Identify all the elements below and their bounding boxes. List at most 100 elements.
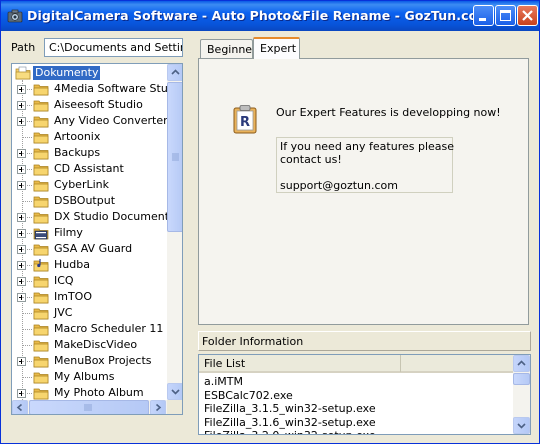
tree-item-label: MakeDiscVideo <box>54 338 138 351</box>
tree-item[interactable]: Macro Scheduler 11 <box>12 321 167 337</box>
tree-item-label: MenuBox Projects <box>54 354 152 367</box>
tree-item[interactable]: Artoonix <box>12 129 167 145</box>
scroll-down-button[interactable] <box>167 383 182 400</box>
tree-connector <box>22 281 32 282</box>
support-email: support@goztun.com <box>280 179 398 192</box>
tree-item-label: CD Assistant <box>54 162 124 175</box>
svg-text:R: R <box>240 115 250 130</box>
folder-icon <box>33 244 49 256</box>
tree-item[interactable]: Backups <box>12 145 167 161</box>
folder-icon <box>33 100 49 112</box>
tree-connector <box>22 313 32 314</box>
minimize-icon <box>479 18 486 21</box>
tree-item[interactable]: MenuBox Projects <box>12 353 167 369</box>
grip-icon <box>84 404 92 411</box>
tree-item[interactable]: My Albums <box>12 369 167 385</box>
tree-item[interactable]: ImTOO <box>12 289 167 305</box>
maximize-button[interactable] <box>495 5 516 26</box>
folder-icon <box>33 292 49 304</box>
file-list-row[interactable]: a.iMTM <box>204 375 243 389</box>
tree-connector <box>22 169 32 170</box>
folder-icon <box>33 212 49 224</box>
contact-text-line2: contact us! <box>280 153 342 166</box>
tree-item-label: ICQ <box>54 274 74 287</box>
scroll-thumb[interactable] <box>167 82 182 232</box>
tree-connector <box>22 249 32 250</box>
tree-item[interactable]: CD Assistant <box>12 161 167 177</box>
tree-item-root[interactable]: Dokumenty <box>12 65 167 81</box>
tree-item[interactable]: MakeDiscVideo <box>12 337 167 353</box>
file-list[interactable]: File List a.iMTM ESBCalc702.exe FileZilla_… <box>198 354 531 435</box>
tree-connector <box>22 185 32 186</box>
grip-icon <box>172 153 179 161</box>
tree-item[interactable]: My Photo Album <box>12 385 167 400</box>
tree-connector <box>22 345 32 346</box>
tree-item[interactable]: JVC <box>12 305 167 321</box>
music-folder-icon <box>33 259 49 272</box>
scroll-right-button[interactable] <box>150 400 166 414</box>
tab-expert[interactable]: Expert <box>253 37 300 59</box>
scroll-up-button[interactable] <box>167 64 182 81</box>
tree-item-label: DSBOutput <box>54 194 116 207</box>
scroll-down-button[interactable] <box>513 417 530 434</box>
horizontal-scroll-thumb[interactable] <box>29 400 149 414</box>
app-window: DigitalCamera Software - Auto Photo&File… <box>0 0 540 444</box>
tree-item-label: Filmy <box>54 226 83 239</box>
tree-item-label: Backups <box>54 146 101 159</box>
tab-beginner[interactable]: Beginner <box>200 39 257 59</box>
tree-item[interactable]: Any Video Converter <box>12 113 167 129</box>
tree-item-label: GSA AV Guard <box>54 242 133 255</box>
tree-item[interactable]: Aiseesoft Studio <box>12 97 167 113</box>
tree-item-label: Dokumenty <box>33 66 101 80</box>
tree-connector <box>22 393 32 394</box>
tree-item[interactable]: CyberLink <box>12 177 167 193</box>
file-list-scrollbar[interactable] <box>513 355 530 434</box>
close-button[interactable] <box>517 5 538 26</box>
path-input[interactable]: C:\Documents and Settings <box>44 38 183 57</box>
folder-icon <box>33 372 49 384</box>
tree-item-label: My Photo Album <box>54 386 144 399</box>
scroll-up-button[interactable] <box>513 355 530 372</box>
tree-item[interactable]: ICQ <box>12 273 167 289</box>
tree-rows: Dokumenty 4Media Software Studio Aiseesof… <box>12 64 167 400</box>
column-blank[interactable] <box>401 355 515 372</box>
tree-item[interactable]: DSBOutput <box>12 193 167 209</box>
folder-icon <box>33 388 49 400</box>
scroll-thumb[interactable] <box>513 373 530 385</box>
tree-connector <box>22 201 32 202</box>
arrow-right-icon <box>155 403 162 412</box>
arrow-up-icon <box>171 69 180 75</box>
scroll-left-button[interactable] <box>12 400 28 414</box>
file-list-row[interactable]: FileZilla_3.2.0_win32-setup.exe <box>204 429 376 434</box>
column-file-list[interactable]: File List <box>199 355 401 372</box>
tree-item-label: Artoonix <box>54 130 101 143</box>
tree-connector <box>22 217 32 218</box>
arrow-up-icon <box>517 360 526 366</box>
tree-item[interactable]: GSA AV Guard <box>12 241 167 257</box>
tree-item-label: My Albums <box>54 370 115 383</box>
tree-item[interactable]: 4Media Software Studio <box>12 81 167 97</box>
scroll-corner <box>167 400 182 414</box>
contact-box: If you need any features please contact … <box>276 137 454 193</box>
arrow-down-icon <box>171 389 180 395</box>
tree-connector <box>22 377 32 378</box>
minimize-button[interactable] <box>473 5 494 26</box>
folder-icon <box>33 356 49 368</box>
tree-item[interactable]: Filmy <box>12 225 167 241</box>
tree-item-label: JVC <box>54 306 73 319</box>
camera-app-icon <box>7 9 23 23</box>
folder-icon <box>33 164 49 176</box>
file-list-row[interactable]: FileZilla_3.1.6_win32-setup.exe <box>204 416 376 430</box>
file-list-row[interactable]: ESBCalc702.exe <box>204 389 293 403</box>
tree-item[interactable]: DX Studio Documents <box>12 209 167 225</box>
file-list-row[interactable]: FileZilla_3.1.5_win32-setup.exe <box>204 402 376 416</box>
tree-horizontal-scrollbar[interactable] <box>12 400 167 414</box>
folder-information-label: Folder Information <box>198 331 531 351</box>
tree-vertical-scrollbar[interactable] <box>167 64 182 400</box>
folder-icon <box>33 276 49 288</box>
title-bar[interactable]: DigitalCamera Software - Auto Photo&File… <box>1 1 539 31</box>
tree-item[interactable]: Hudba <box>12 257 167 273</box>
folder-tree[interactable]: Dokumenty 4Media Software Studio Aiseesof… <box>11 63 183 415</box>
tree-connector <box>22 121 32 122</box>
tree-connector <box>22 105 32 106</box>
